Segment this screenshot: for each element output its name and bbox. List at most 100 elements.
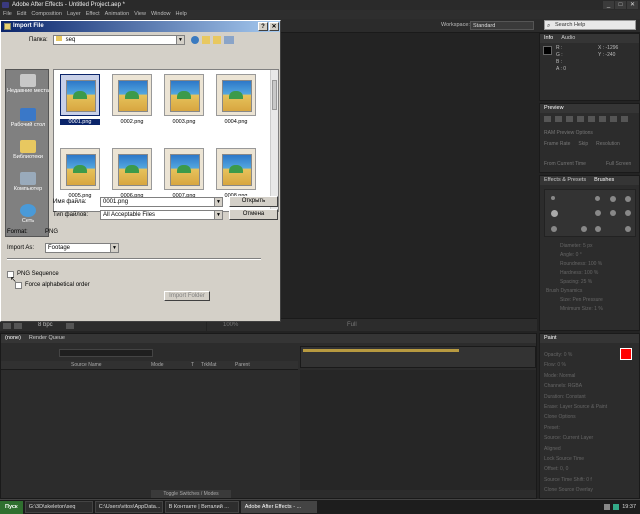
- filename-input[interactable]: 0001.png ▼: [100, 197, 223, 207]
- menu-animation[interactable]: Animation: [105, 10, 129, 19]
- paint-properties: Opacity: 0 % Flow: 0 % Mode: Normal Chan…: [544, 352, 608, 494]
- maximize-button[interactable]: □: [615, 1, 626, 9]
- search-help-input[interactable]: ⌕ Search Help: [544, 20, 636, 30]
- menu-file[interactable]: File: [3, 10, 12, 19]
- start-button[interactable]: Пуск: [0, 500, 23, 514]
- preview-rows: Frame Rate Skip Resolution: [544, 141, 620, 147]
- paint-panel: Paint Opacity: 0 % Flow: 0 % Mode: Norma…: [539, 333, 640, 499]
- full-screen[interactable]: Full Screen: [606, 161, 631, 167]
- menu-view[interactable]: View: [134, 10, 146, 19]
- playback-controls: [544, 116, 628, 122]
- ram-preview-icon[interactable]: [621, 116, 628, 122]
- dialog-nav-buttons: [191, 36, 234, 44]
- prev-frame-icon[interactable]: [555, 116, 562, 122]
- resolution-select[interactable]: Full: [347, 322, 357, 328]
- work-area-bar[interactable]: [303, 349, 459, 352]
- file-thumb-0001[interactable]: [60, 74, 100, 116]
- chevron-down-icon: ▼: [110, 244, 118, 252]
- back-icon[interactable]: [191, 36, 199, 44]
- loop-icon[interactable]: [610, 116, 617, 122]
- timeline-tracks[interactable]: [300, 370, 536, 490]
- view-menu-icon[interactable]: [224, 36, 234, 44]
- effects-brushes-panel: Effects & Presets Brushes Diameter: 5 px…: [539, 175, 640, 331]
- menu-layer[interactable]: Layer: [67, 10, 81, 19]
- trash-icon[interactable]: [66, 323, 74, 329]
- menu-window[interactable]: Window: [151, 10, 171, 19]
- time-ruler[interactable]: [300, 346, 536, 368]
- windows-taskbar: Пуск G:\3D\skeleton\seq C:\Users\vitos\A…: [0, 499, 640, 514]
- place-libraries[interactable]: Библиотеки: [6, 140, 50, 160]
- last-frame-icon[interactable]: [588, 116, 595, 122]
- tray-icon[interactable]: [604, 504, 611, 510]
- menu-edit[interactable]: Edit: [17, 10, 26, 19]
- up-folder-icon[interactable]: [202, 36, 210, 44]
- filetype-label: Тип файлов:: [53, 212, 89, 218]
- file-thumb-0002[interactable]: [112, 74, 152, 116]
- window-controls: _ □ ✕: [603, 1, 638, 9]
- tab-none[interactable]: (none): [5, 334, 21, 343]
- file-name-0003[interactable]: 0003.png: [164, 119, 204, 125]
- file-name-0001[interactable]: 0001.png: [60, 119, 100, 125]
- help-button[interactable]: ?: [258, 22, 268, 31]
- preview-tab: Preview: [540, 104, 639, 113]
- brush-tips-grid[interactable]: [544, 189, 636, 237]
- zoom-select[interactable]: 100%: [223, 322, 238, 328]
- file-thumb-0004[interactable]: [216, 74, 256, 116]
- close-button[interactable]: ✕: [627, 1, 638, 9]
- import-folder-button[interactable]: Import Folder: [164, 291, 210, 301]
- file-thumb-0008[interactable]: [216, 148, 256, 190]
- file-name-0004[interactable]: 0004.png: [216, 119, 256, 125]
- foreground-color-swatch[interactable]: [620, 348, 632, 360]
- menu-effect[interactable]: Effect: [86, 10, 100, 19]
- look-in-label: Папка:: [29, 37, 48, 43]
- place-computer[interactable]: Компьютер: [6, 172, 50, 192]
- workspace-select[interactable]: Standard: [470, 21, 534, 30]
- tab-effects-presets[interactable]: Effects & Presets: [544, 176, 586, 185]
- tab-brushes[interactable]: Brushes: [594, 176, 614, 185]
- file-thumb-0005[interactable]: [60, 148, 100, 190]
- new-folder-icon[interactable]: [14, 323, 22, 329]
- file-thumb-0003[interactable]: [164, 74, 204, 116]
- task-explorer-users[interactable]: C:\Users\vitos\AppData...: [94, 501, 163, 513]
- clock[interactable]: 19:37: [622, 504, 636, 510]
- network-icon[interactable]: [613, 504, 620, 510]
- menu-composition[interactable]: Composition: [31, 10, 62, 19]
- new-folder-icon[interactable]: [213, 36, 221, 44]
- play-icon[interactable]: [566, 116, 573, 122]
- place-network[interactable]: Сеть: [6, 204, 50, 224]
- next-frame-icon[interactable]: [577, 116, 584, 122]
- minimize-button[interactable]: _: [603, 1, 614, 9]
- file-thumb-0007[interactable]: [164, 148, 204, 190]
- timeline-search-input[interactable]: [59, 349, 153, 357]
- composition-viewer[interactable]: [282, 33, 537, 331]
- toggle-switches-modes-button[interactable]: Toggle Switches / Modes: [151, 490, 231, 498]
- filetype-select[interactable]: All Acceptable Files ▼: [100, 210, 223, 220]
- file-list[interactable]: 0001.png 0002.png 0003.png 0004.png 0005…: [53, 69, 279, 212]
- tab-render-queue[interactable]: Render Queue: [29, 334, 65, 343]
- file-name-0002[interactable]: 0002.png: [112, 119, 152, 125]
- tab-audio[interactable]: Audio: [561, 34, 575, 43]
- from-current-time[interactable]: From Current Time: [544, 161, 586, 167]
- cancel-button[interactable]: Отмена: [229, 209, 278, 220]
- tab-info[interactable]: Info: [544, 34, 553, 43]
- app-title-bar: Adobe After Effects - Untitled Project.a…: [0, 0, 640, 10]
- force-alphabetical-checkbox[interactable]: [15, 282, 22, 289]
- dialog-close-button[interactable]: ✕: [269, 22, 279, 31]
- scrollbar-thumb[interactable]: [272, 80, 277, 110]
- file-thumb-0006[interactable]: [112, 148, 152, 190]
- place-desktop[interactable]: Рабочий стол: [6, 108, 50, 128]
- file-list-scrollbar[interactable]: [270, 70, 278, 211]
- chevron-down-icon: ▼: [176, 36, 184, 44]
- look-in-select[interactable]: seq ▼: [53, 35, 185, 45]
- import-as-select[interactable]: Footage ▼: [45, 243, 119, 253]
- interpret-footage-icon[interactable]: [3, 323, 11, 329]
- open-button[interactable]: Открыть: [229, 196, 278, 207]
- menu-help[interactable]: Help: [176, 10, 187, 19]
- first-frame-icon[interactable]: [544, 116, 551, 122]
- task-after-effects[interactable]: Adobe After Effects - ...: [240, 501, 317, 513]
- audio-icon[interactable]: [599, 116, 606, 122]
- place-recent[interactable]: Недавние места: [6, 74, 50, 94]
- bpc-label[interactable]: 8 bpc: [38, 322, 53, 328]
- task-browser[interactable]: В Контакте | Виталий ...: [164, 501, 239, 513]
- task-explorer-seq[interactable]: G:\3D\skeleton\seq: [24, 501, 93, 513]
